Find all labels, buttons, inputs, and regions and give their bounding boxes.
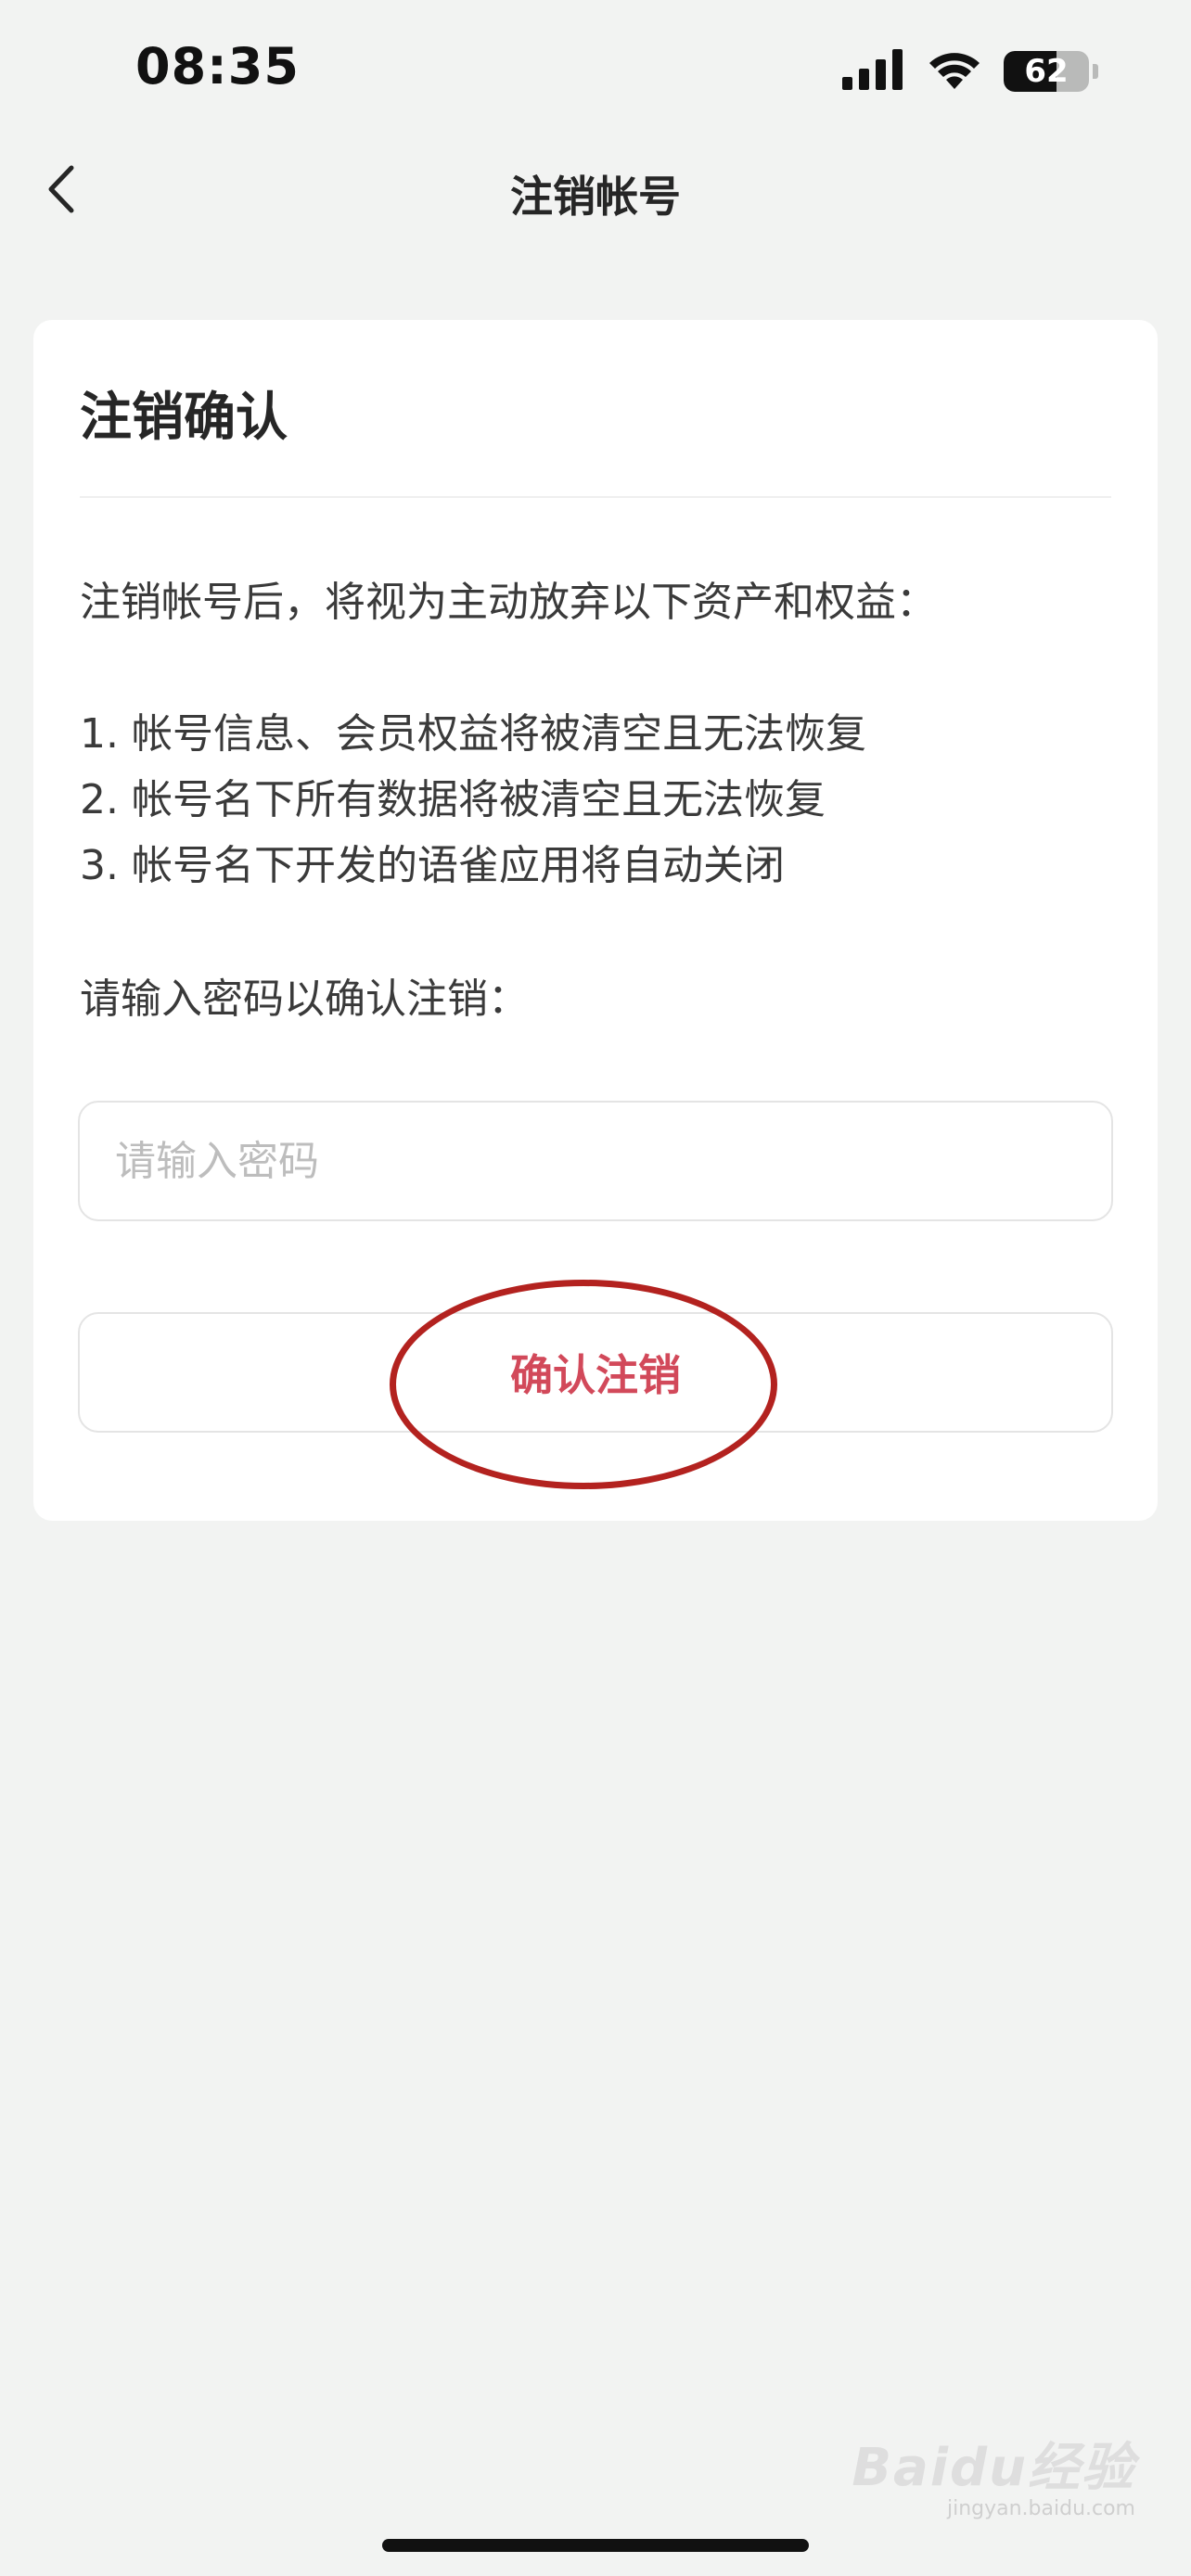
list-item: 2. 帐号名下所有数据将被清空且无法恢复	[80, 776, 826, 823]
confirm-delete-button[interactable]: 确认注销	[78, 1312, 1113, 1433]
confirm-card: 注销确认 注销帐号后，将视为主动放弃以下资产和权益： 1. 帐号信息、会员权益将…	[33, 320, 1158, 1521]
list-item: 3. 帐号名下开发的语雀应用将自动关闭	[80, 842, 785, 889]
home-indicator	[382, 2539, 809, 2552]
watermark: Baidu经验 jingyan.baidu.com	[852, 2426, 1135, 2520]
status-bar: 08:35 62	[0, 0, 1191, 139]
password-input[interactable]	[78, 1101, 1113, 1221]
battery-indicator: 62	[1004, 51, 1089, 92]
screen: 08:35 62 注销帐号 注销确认 注销帐号后，将视为主动放弃以下资产和权益：…	[0, 0, 1191, 2576]
nav-bar: 注销帐号	[0, 139, 1191, 243]
intro-text: 注销帐号后，将视为主动放弃以下资产和权益：	[80, 579, 937, 626]
divider	[80, 496, 1111, 498]
battery-level: 62	[1024, 53, 1069, 90]
status-icons: 62	[842, 48, 1098, 95]
wifi-icon	[926, 48, 983, 95]
status-time: 08:35	[135, 37, 300, 96]
cellular-signal-icon	[842, 49, 905, 94]
card-title: 注销确认	[80, 388, 288, 448]
watermark-logo: Baidu经验	[852, 2438, 1135, 2498]
list-item: 1. 帐号信息、会员权益将被清空且无法恢复	[80, 710, 866, 758]
page-title: 注销帐号	[510, 172, 681, 222]
battery-cap	[1093, 64, 1098, 79]
password-prompt: 请输入密码以确认注销：	[80, 976, 529, 1023]
